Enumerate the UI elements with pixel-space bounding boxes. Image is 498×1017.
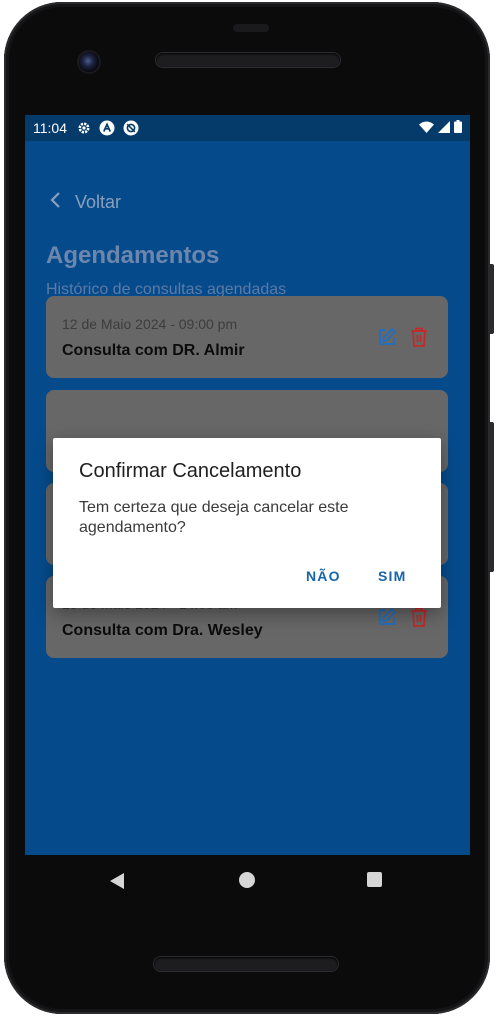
power-button (488, 264, 494, 334)
dialog-message: Tem certeza que deseja cancelar este age… (79, 499, 349, 536)
nav-back-icon[interactable] (109, 872, 125, 895)
front-camera (79, 52, 99, 72)
status-bar: 11:04 (25, 115, 470, 141)
wifi-icon (419, 120, 434, 136)
confirm-dialog: Confirmar Cancelamento Tem certeza que d… (53, 438, 441, 608)
android-nav-bar (25, 855, 470, 905)
dialog-title: Confirmar Cancelamento (79, 460, 302, 482)
status-time: 11:04 (33, 120, 67, 136)
signal-icon (438, 120, 450, 136)
nav-recent-icon[interactable] (367, 872, 382, 887)
screen: 11:04 Voltar Agendamentos Histórico de c… (25, 115, 470, 855)
top-speaker (156, 53, 340, 67)
no-button[interactable]: NÃO (306, 568, 341, 584)
earpiece-notch (233, 24, 269, 32)
volume-button (488, 422, 494, 572)
app-content: Voltar Agendamentos Histórico de consult… (25, 141, 470, 855)
nav-home-icon[interactable] (239, 872, 255, 888)
yes-button[interactable]: SIM (378, 568, 407, 584)
bottom-speaker (154, 957, 338, 971)
sync-circle-icon (123, 120, 139, 136)
status-right-icons (419, 120, 462, 136)
a-circle-icon (99, 120, 115, 136)
battery-icon (454, 120, 462, 136)
gear-icon (77, 121, 91, 135)
